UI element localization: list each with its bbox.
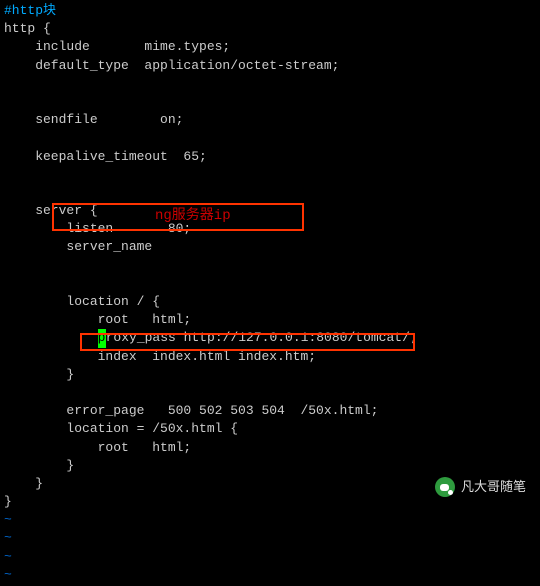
blank-line <box>4 75 536 93</box>
code-line: index index.html index.htm; <box>4 348 536 366</box>
blank-line <box>4 93 536 111</box>
code-line: error_page 500 502 503 504 /50x.html; <box>4 402 536 420</box>
comment-line: #http块 <box>4 2 536 20</box>
code-line: server { <box>4 202 536 220</box>
code-line: listen 80; <box>4 220 536 238</box>
watermark: 凡大哥随笔 <box>435 477 526 497</box>
code-line: include mime.types; <box>4 38 536 56</box>
tilde-line: ~ <box>4 566 536 584</box>
tilde-line: ~ <box>4 511 536 529</box>
code-line: sendfile on; <box>4 111 536 129</box>
blank-line <box>4 257 536 275</box>
blank-line <box>4 384 536 402</box>
code-line: keepalive_timeout 65; <box>4 148 536 166</box>
code-line: server_name <box>4 238 536 256</box>
tilde-line: ~ <box>4 548 536 566</box>
annotation-text: ng服务器ip <box>155 207 231 227</box>
blank-line <box>4 166 536 184</box>
wechat-icon <box>435 477 455 497</box>
blank-line <box>4 184 536 202</box>
code-editor[interactable]: #http块 http { include mime.types; defaul… <box>0 0 540 586</box>
blank-line <box>4 129 536 147</box>
code-line: root html; <box>4 311 536 329</box>
watermark-text: 凡大哥随笔 <box>461 478 526 496</box>
code-line: location / { <box>4 293 536 311</box>
code-line: default_type application/octet-stream; <box>4 57 536 75</box>
cursor: p <box>98 329 106 347</box>
code-line: } <box>4 366 536 384</box>
tilde-line: ~ <box>4 529 536 547</box>
code-line: root html; <box>4 439 536 457</box>
blank-line <box>4 275 536 293</box>
code-line: http { <box>4 20 536 38</box>
proxy-pass-line: proxy_pass http://127.0.0.1:8080/tomcat/… <box>4 329 536 347</box>
code-line: } <box>4 457 536 475</box>
code-line: location = /50x.html { <box>4 420 536 438</box>
